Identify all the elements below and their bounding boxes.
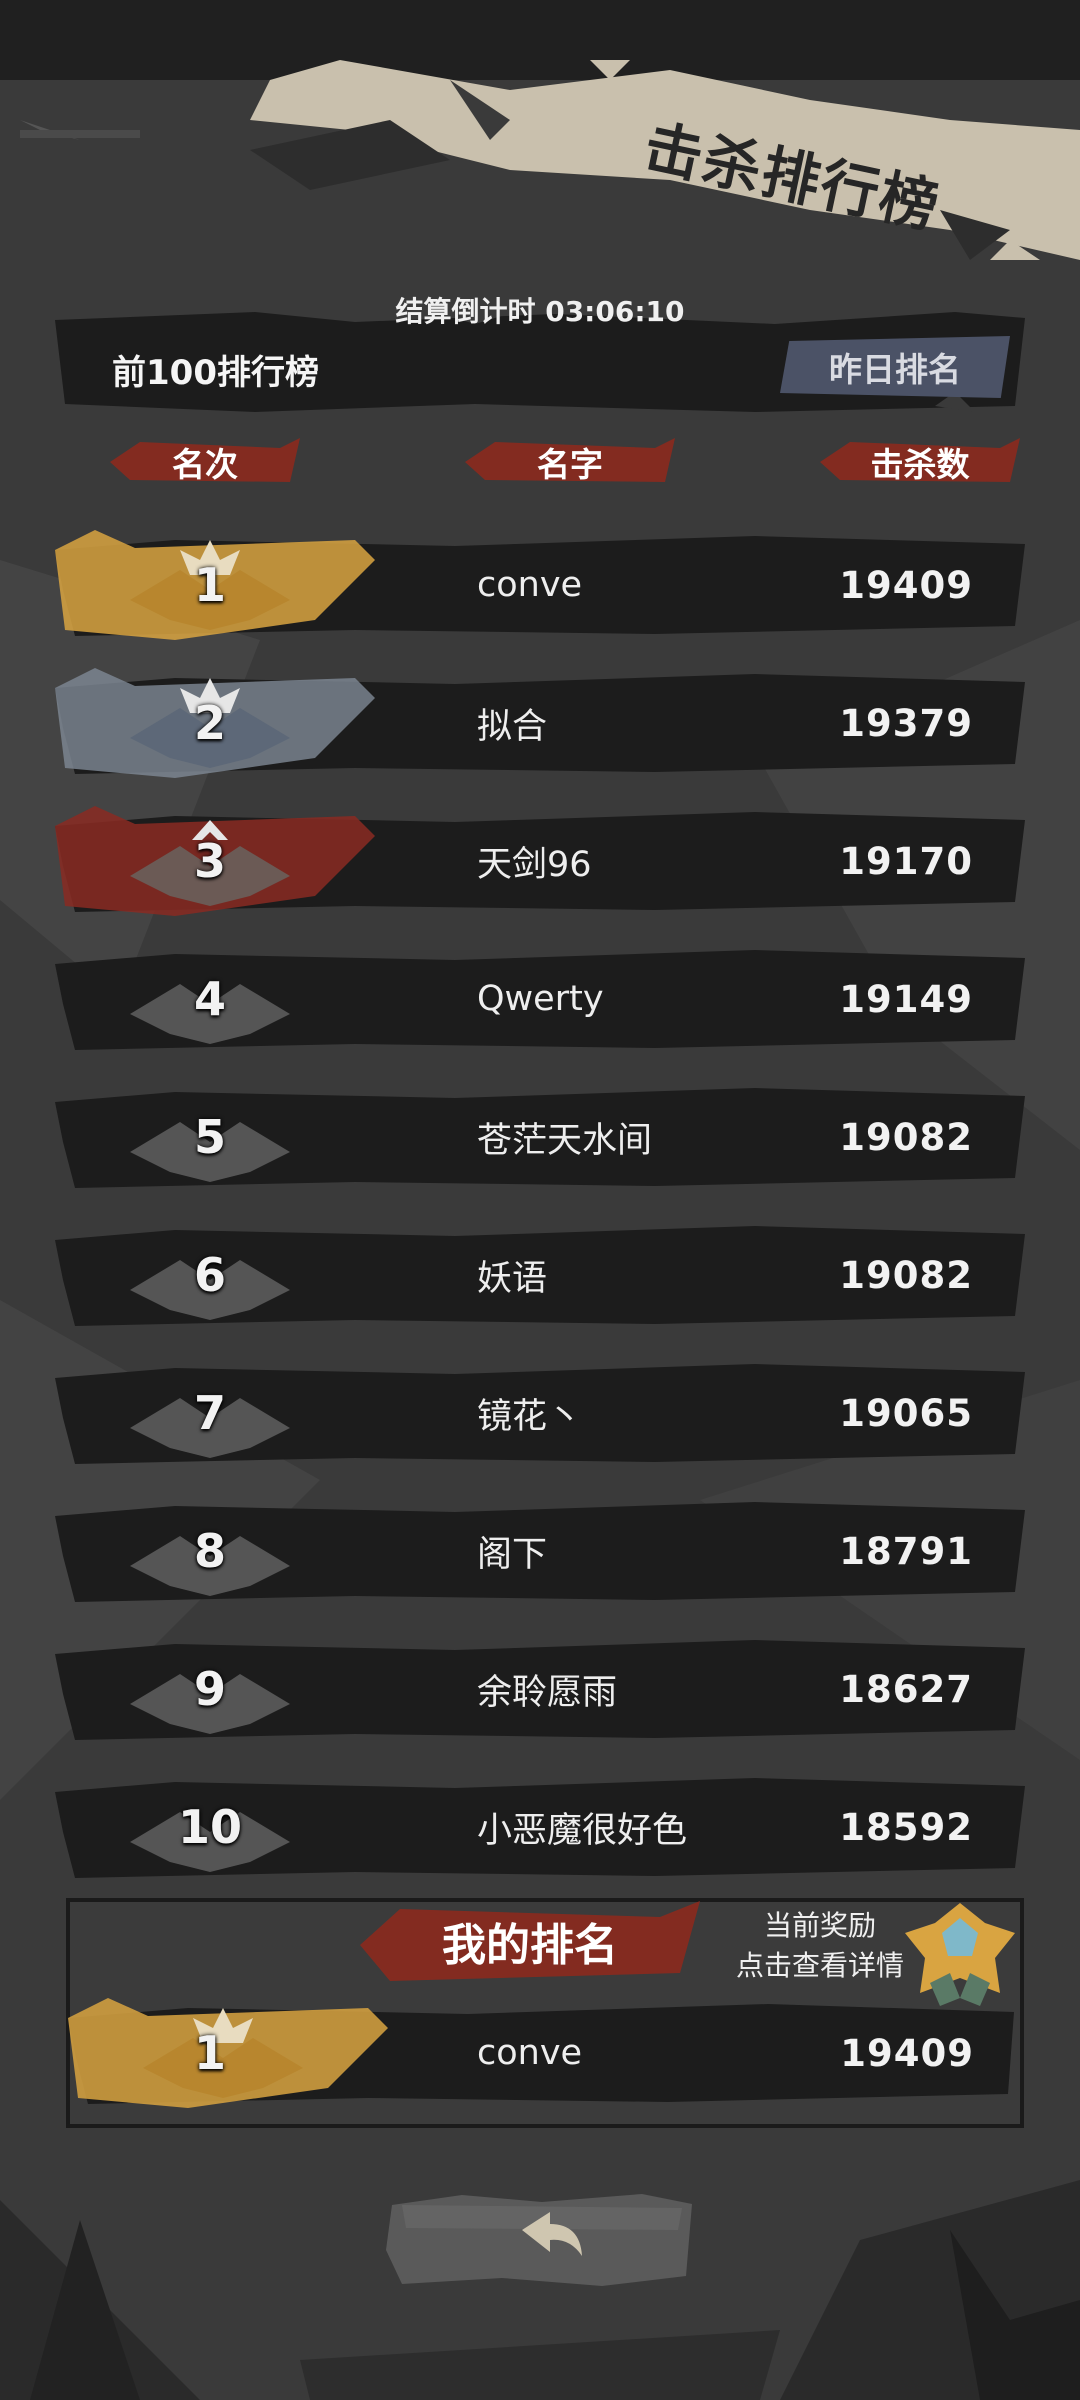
player-name: 小恶魔很好色 [477, 1810, 688, 1851]
kill-count: 19379 [839, 701, 973, 745]
player-name: 阁下 [477, 1534, 548, 1575]
column-header-rank-label: 名次 [172, 445, 238, 484]
my-rank-header: 我的排名 [360, 1895, 700, 1987]
reward-label: 当前奖励 [763, 1909, 876, 1942]
current-reward-link[interactable]: 当前奖励 点击查看详情 [720, 1906, 920, 1986]
leaderboard-row-10[interactable]: 10 小恶魔很好色 18592 [55, 1772, 1025, 1882]
player-name: 余聆愿雨 [477, 1672, 618, 1713]
column-header-kills-label: 击杀数 [870, 445, 970, 484]
yesterday-ranking-button[interactable]: 昨日排名 [780, 336, 1010, 398]
yesterday-ranking-label: 昨日排名 [829, 350, 961, 389]
kill-count: 19065 [839, 1391, 973, 1435]
player-name: Qwerty [477, 979, 604, 1019]
player-name: 拟合 [477, 706, 548, 747]
kill-count: 18791 [839, 1529, 973, 1573]
kill-count: 18592 [839, 1805, 973, 1849]
rank-number: 10 [177, 1800, 242, 1854]
countdown-timer: 结算倒计时 03:06:10 [395, 295, 685, 328]
top100-label: 前100排行榜 [112, 353, 319, 393]
column-header-name: 名字 [465, 432, 675, 492]
leaderboard-row-7[interactable]: 7 镜花丶 19065 [55, 1358, 1025, 1468]
reward-medal-icon[interactable] [900, 1898, 1020, 2008]
player-name: 镜花丶 [477, 1396, 583, 1437]
my-rank-row[interactable]: 1 conve 19409 [68, 1998, 1014, 2108]
leaderboard-row-6[interactable]: 6 妖语 19082 [55, 1220, 1025, 1330]
leaderboard-row-3[interactable]: 3 天剑96 19170 [55, 806, 1025, 916]
rank-number: 4 [193, 972, 226, 1026]
leaderboard-row-2[interactable]: 2 拟合 19379 [55, 668, 1025, 778]
leaderboard-row-8[interactable]: 8 阁下 18791 [55, 1496, 1025, 1606]
kill-count: 19409 [839, 563, 973, 607]
rank-number: 2 [193, 696, 226, 750]
kill-count: 19149 [839, 977, 973, 1021]
leaderboard-row-1[interactable]: 1 conve 19409 [55, 530, 1025, 640]
rank-number: 5 [193, 1110, 226, 1164]
player-name: 天剑96 [477, 844, 592, 885]
rank-number: 1 [193, 2026, 226, 2080]
back-button[interactable] [382, 2190, 698, 2290]
kill-count: 19082 [839, 1253, 973, 1297]
reward-detail-label: 点击查看详情 [735, 1949, 904, 1982]
kill-count: 19170 [839, 839, 973, 883]
rank-number: 7 [193, 1386, 226, 1440]
kill-count: 19082 [839, 1115, 973, 1159]
leaderboard-row-9[interactable]: 9 余聆愿雨 18627 [55, 1634, 1025, 1744]
leaderboard-row-4[interactable]: 4 Qwerty 19149 [55, 944, 1025, 1054]
column-header-kills: 击杀数 [820, 432, 1020, 492]
kill-count: 18627 [839, 1667, 973, 1711]
rank-number: 3 [193, 834, 226, 888]
leaderboard-row-5[interactable]: 5 苍茫天水间 19082 [55, 1082, 1025, 1192]
player-name: conve [477, 565, 583, 605]
rank-number: 6 [193, 1248, 226, 1302]
player-name: 苍茫天水间 [477, 1120, 653, 1161]
rank-number: 1 [193, 558, 226, 612]
kill-count: 19409 [840, 2031, 974, 2075]
column-header-name-label: 名字 [537, 445, 603, 484]
player-name: 妖语 [477, 1258, 548, 1299]
rank-number: 9 [193, 1662, 226, 1716]
my-rank-title: 我的排名 [442, 1920, 618, 1971]
column-header-rank: 名次 [110, 432, 300, 492]
rank-number: 8 [193, 1524, 226, 1578]
player-name: conve [477, 2033, 583, 2073]
